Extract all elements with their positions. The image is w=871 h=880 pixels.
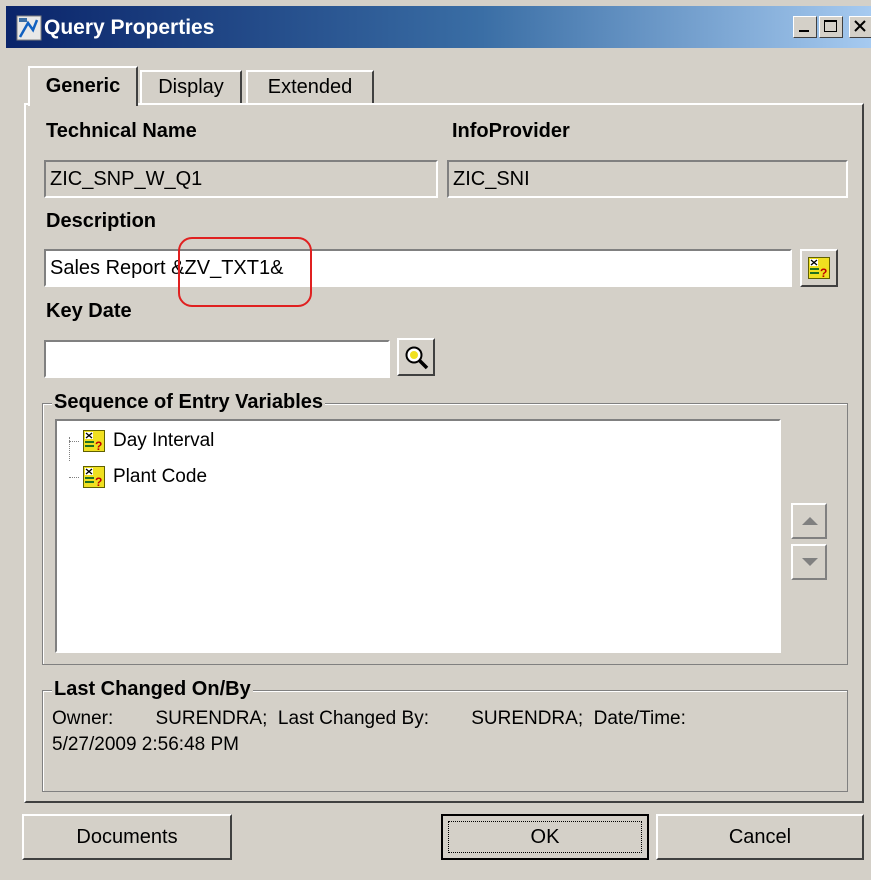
entry-variables-title: Sequence of Entry Variables [52,391,325,414]
key-date-input[interactable] [44,340,390,378]
ok-button[interactable]: OK [441,814,649,860]
documents-button[interactable]: Documents [22,814,232,860]
infoprovider-value: ZIC_SNI [453,168,530,190]
technical-name-field[interactable]: ZIC_SNP_W_Q1 [44,160,438,198]
svg-text:?: ? [820,266,827,279]
description-label: Description [46,210,157,232]
maximize-button[interactable] [819,16,843,38]
minimize-icon [799,30,809,32]
description-variable-button[interactable]: ? [800,249,838,287]
technical-name-label: Technical Name [46,120,197,142]
svg-text:?: ? [95,439,102,452]
close-icon [854,20,866,32]
list-item[interactable]: ? Plant Code [83,465,207,489]
cancel-button[interactable]: Cancel [656,814,864,860]
description-input[interactable]: Sales Report &ZV_TXT1& [44,249,792,287]
minimize-button[interactable] [793,16,817,38]
close-button[interactable] [849,16,871,38]
list-item-label: Day Interval [113,430,215,451]
infoprovider-field[interactable]: ZIC_SNI [447,160,848,198]
title-bar[interactable]: Query Properties [6,6,871,48]
cancel-button-label: Cancel [728,826,792,848]
variable-icon: ? [83,430,105,452]
infoprovider-label: InfoProvider [452,120,570,142]
last-changed-info-line2: 5/27/2009 2:56:48 PM [52,734,239,755]
tab-generic-label: Generic [45,75,121,97]
tree-connector [69,477,79,478]
list-item[interactable]: ? Day Interval [83,429,214,453]
text-variable-icon: ? [808,257,830,279]
technical-name-value: ZIC_SNP_W_Q1 [50,168,203,190]
description-value: Sales Report &ZV_TXT1& [50,257,284,279]
move-down-button[interactable] [791,544,827,580]
maximize-icon [824,20,837,32]
arrow-down-icon [802,558,818,566]
last-changed-title: Last Changed On/By [52,678,253,701]
tab-display[interactable]: Display [140,70,242,104]
key-date-label: Key Date [46,300,132,322]
window-title: Query Properties [44,16,215,39]
key-date-search-button[interactable] [397,338,435,376]
key-date-text[interactable] [50,348,384,371]
entry-variables-list[interactable]: ? Day Interval ? Plant Code [55,419,781,653]
tab-generic[interactable]: Generic [28,66,138,106]
last-changed-info-line1: Owner: SURENDRA; Last Changed By: SUREND… [52,708,686,729]
documents-button-label: Documents [76,826,178,848]
svg-text:?: ? [95,475,102,488]
list-item-label: Plant Code [113,466,208,487]
variable-icon: ? [83,466,105,488]
focus-rectangle [448,821,642,853]
arrow-up-icon [802,517,818,525]
query-app-icon [16,15,42,41]
move-up-button[interactable] [791,503,827,539]
query-properties-dialog: Query Properties Generic Display Extende… [0,0,871,880]
tab-extended[interactable]: Extended [246,70,374,104]
magnifier-icon [405,346,429,370]
tab-display-label: Display [158,76,224,98]
tab-extended-label: Extended [267,76,353,98]
tree-connector [69,441,79,442]
